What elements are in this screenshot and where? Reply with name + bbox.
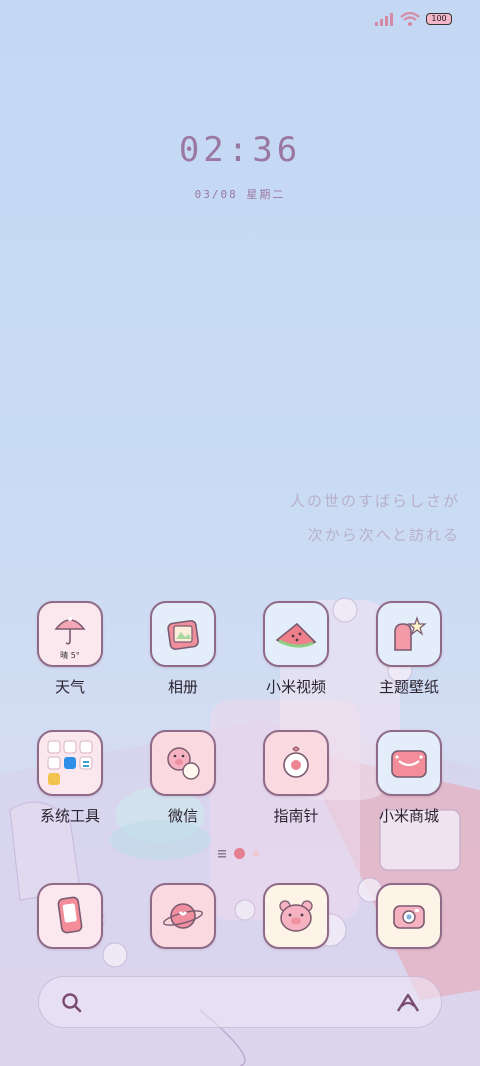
watermelon-video-icon xyxy=(275,622,317,648)
status-bar: 100 xyxy=(374,12,452,26)
app-label-weather: 天气 xyxy=(54,678,85,696)
dock-camera[interactable] xyxy=(376,883,442,949)
page-list-icon xyxy=(218,849,226,857)
app-photo-album[interactable] xyxy=(150,601,216,667)
dock-messages[interactable] xyxy=(263,883,329,949)
bear-messages-icon xyxy=(279,900,313,932)
phone-icon xyxy=(57,896,83,934)
photo-album-icon xyxy=(167,620,199,650)
camera-icon xyxy=(393,905,425,929)
dock-browser[interactable] xyxy=(150,883,216,949)
system-tools-folder-icon xyxy=(47,740,93,785)
weather-umbrella-icon xyxy=(54,617,86,645)
dock-phone[interactable] xyxy=(37,883,103,949)
app-weather[interactable]: 晴 5° xyxy=(37,601,103,667)
wifi-icon xyxy=(400,12,420,26)
signal-icon xyxy=(375,13,393,26)
page-dot-active xyxy=(234,848,245,859)
page-dot xyxy=(253,850,259,857)
weather-condition: 晴 5° xyxy=(60,651,80,660)
theme-wallpaper-icon xyxy=(394,616,427,651)
app-mi-store[interactable] xyxy=(376,730,442,796)
search-dock-bar[interactable] xyxy=(38,976,442,1028)
app-wechat[interactable] xyxy=(150,730,216,796)
clock-time: 02:36 xyxy=(178,130,302,170)
app-label-system-tools: 系统工具 xyxy=(39,807,100,825)
app-mi-video[interactable] xyxy=(263,601,329,667)
planet-browser-icon xyxy=(162,903,204,929)
app-label-mi-store: 小米商城 xyxy=(378,807,439,825)
wechat-pig-icon xyxy=(167,747,200,780)
mi-store-icon xyxy=(391,750,427,778)
app-label-wechat: 微信 xyxy=(167,807,198,825)
app-label-theme-wallpaper: 主题壁纸 xyxy=(378,678,439,696)
wallpaper-quote-line-2: 次から次へと訪れる xyxy=(307,526,460,544)
search-icon[interactable] xyxy=(61,992,83,1014)
clock-date: 03/08 星期二 xyxy=(194,188,286,201)
app-label-compass: 指南针 xyxy=(273,807,319,825)
page-indicator[interactable] xyxy=(218,848,259,859)
app-label-mi-video: 小米视频 xyxy=(265,678,326,696)
app-theme-wallpaper[interactable] xyxy=(376,601,442,667)
app-compass[interactable] xyxy=(263,730,329,796)
assistant-icon[interactable] xyxy=(395,992,421,1014)
compass-icon xyxy=(283,746,309,778)
app-system-tools-folder[interactable] xyxy=(37,730,103,796)
app-label-photo-album: 相册 xyxy=(167,678,198,696)
wallpaper-quote-line-1: 人の世のすばらしさが xyxy=(289,492,460,510)
battery-indicator: 100 xyxy=(426,13,452,25)
